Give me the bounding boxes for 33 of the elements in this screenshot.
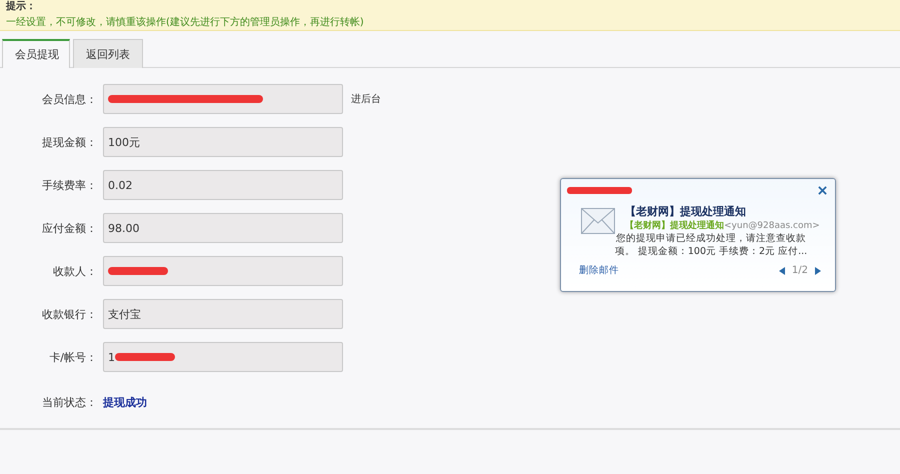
notice-text: 一经设置，不可修改，请慎重该操作(建议先进行下方的管理员操作，再进行转帐)	[6, 16, 365, 30]
mail-preview: 您的提现申请已经成功处理，请注意查收款项。 提现金额：100元 手续费：2元 应付...	[614, 232, 808, 258]
tab[interactable]: 会员提现	[2, 39, 70, 68]
input-field[interactable]: 1	[103, 342, 343, 372]
field-note: 进后台	[351, 92, 381, 106]
input-field[interactable]: 0.02	[103, 170, 343, 200]
next-icon[interactable]	[815, 266, 821, 274]
mail-subject: 【老财网】提现处理通知	[625, 204, 747, 219]
input-field[interactable]: 支付宝	[103, 299, 343, 329]
field-label: 卡/帐号：	[48, 350, 98, 364]
input-field[interactable]	[103, 84, 343, 114]
field-label: 应付金额：	[41, 220, 98, 236]
close-icon[interactable]	[818, 186, 827, 194]
redaction-mark	[115, 353, 175, 361]
sender-address: <yun@928aas.com>	[724, 221, 820, 231]
envelope-icon	[581, 208, 615, 234]
tab[interactable]: 返回列表	[73, 39, 143, 68]
page-counter: 1/2	[792, 265, 808, 276]
field-label: 手续费率：	[41, 178, 98, 192]
input-field[interactable]: 98.00	[103, 213, 343, 243]
input-field[interactable]	[103, 256, 343, 286]
status-value: 提现成功	[103, 394, 147, 410]
notice-title: 提示：	[6, 0, 37, 14]
status-label: 当前状态：	[41, 394, 98, 410]
previous-icon[interactable]	[778, 266, 785, 274]
redaction-mark	[108, 267, 168, 275]
input-field[interactable]: 100元	[103, 127, 343, 157]
field-label: 会员信息：	[41, 92, 98, 106]
field-label: 收款银行：	[41, 306, 98, 322]
sender-name: 【老财网】提现处理通知	[625, 221, 724, 231]
field-label: 收款人：	[52, 264, 98, 278]
field-label: 提现金额：	[41, 134, 98, 150]
delete-mail-link[interactable]: 删除邮件	[579, 264, 619, 277]
